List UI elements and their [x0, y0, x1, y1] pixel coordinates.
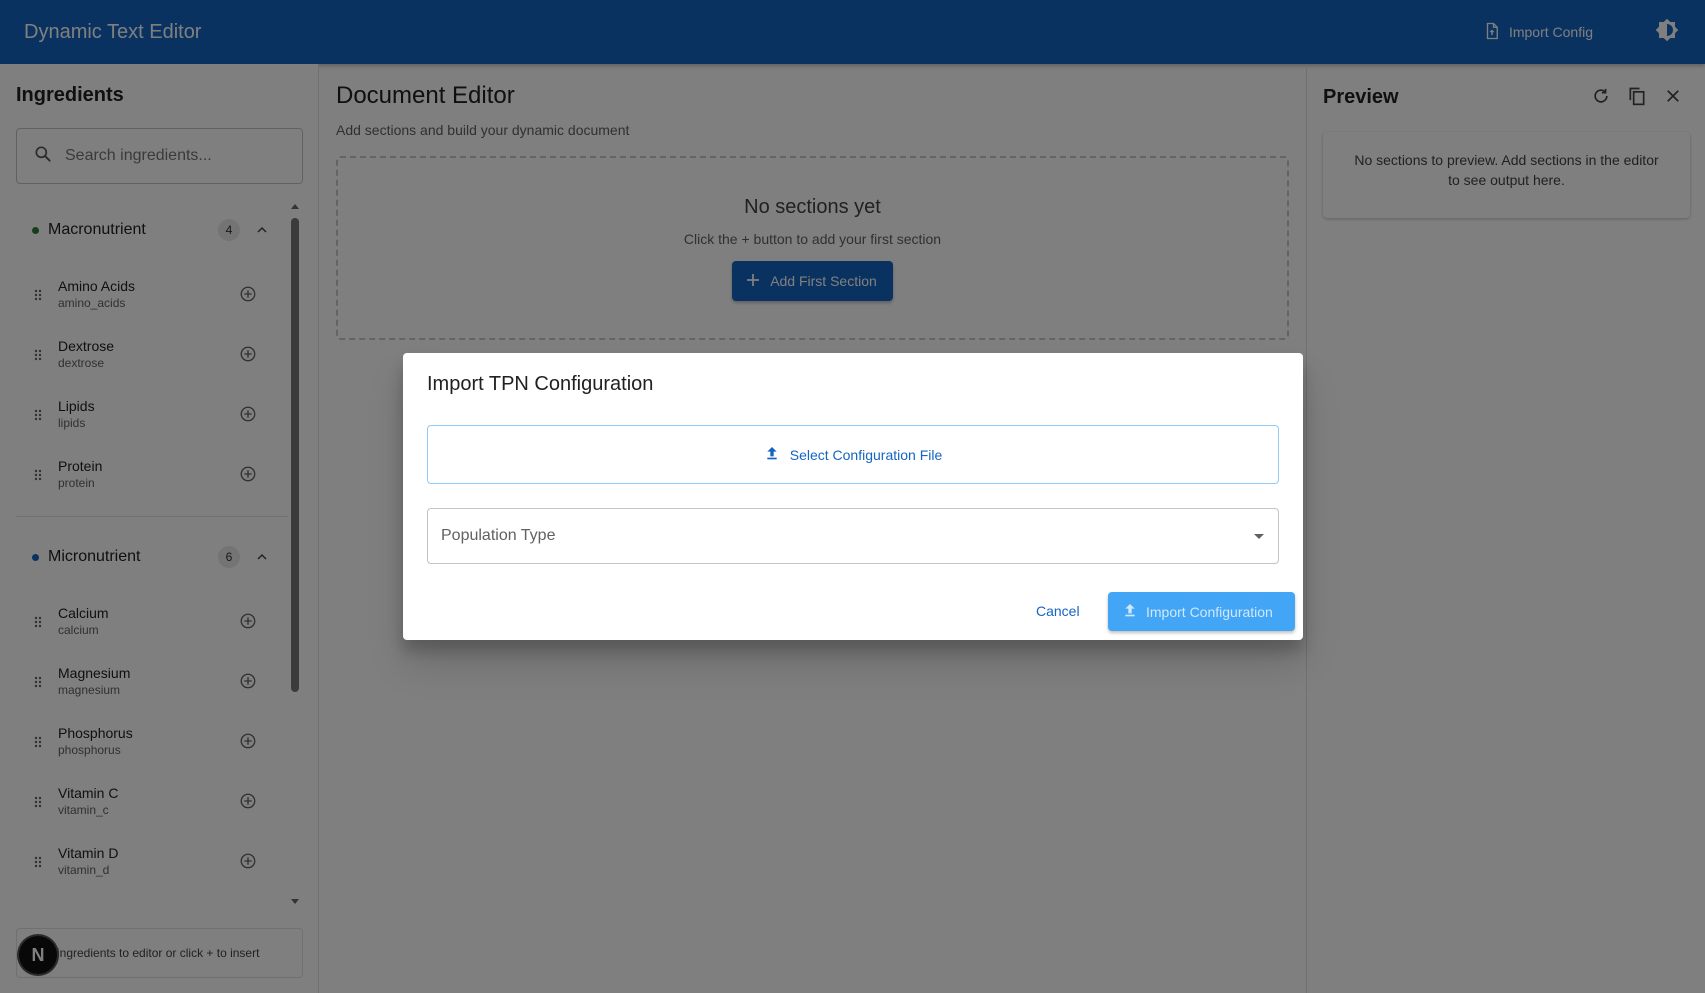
cancel-button[interactable]: Cancel: [1028, 593, 1088, 629]
dropdown-arrow-icon: [1254, 534, 1264, 539]
select-config-file-label: Select Configuration File: [789, 446, 943, 463]
dialog-title: Import TPN Configuration: [427, 373, 654, 395]
population-type-label: Population Type: [441, 527, 556, 544]
upload-icon: [1122, 602, 1138, 621]
import-config-dialog: Import TPN Configuration Select Configur…: [403, 353, 1303, 640]
select-config-file-button[interactable]: Select Configuration File: [427, 425, 1279, 484]
population-type-select[interactable]: Population Type: [427, 508, 1279, 564]
import-configuration-button[interactable]: Import Configuration: [1108, 592, 1295, 631]
import-configuration-label: Import Configuration: [1146, 603, 1273, 620]
upload-icon: [764, 445, 780, 464]
